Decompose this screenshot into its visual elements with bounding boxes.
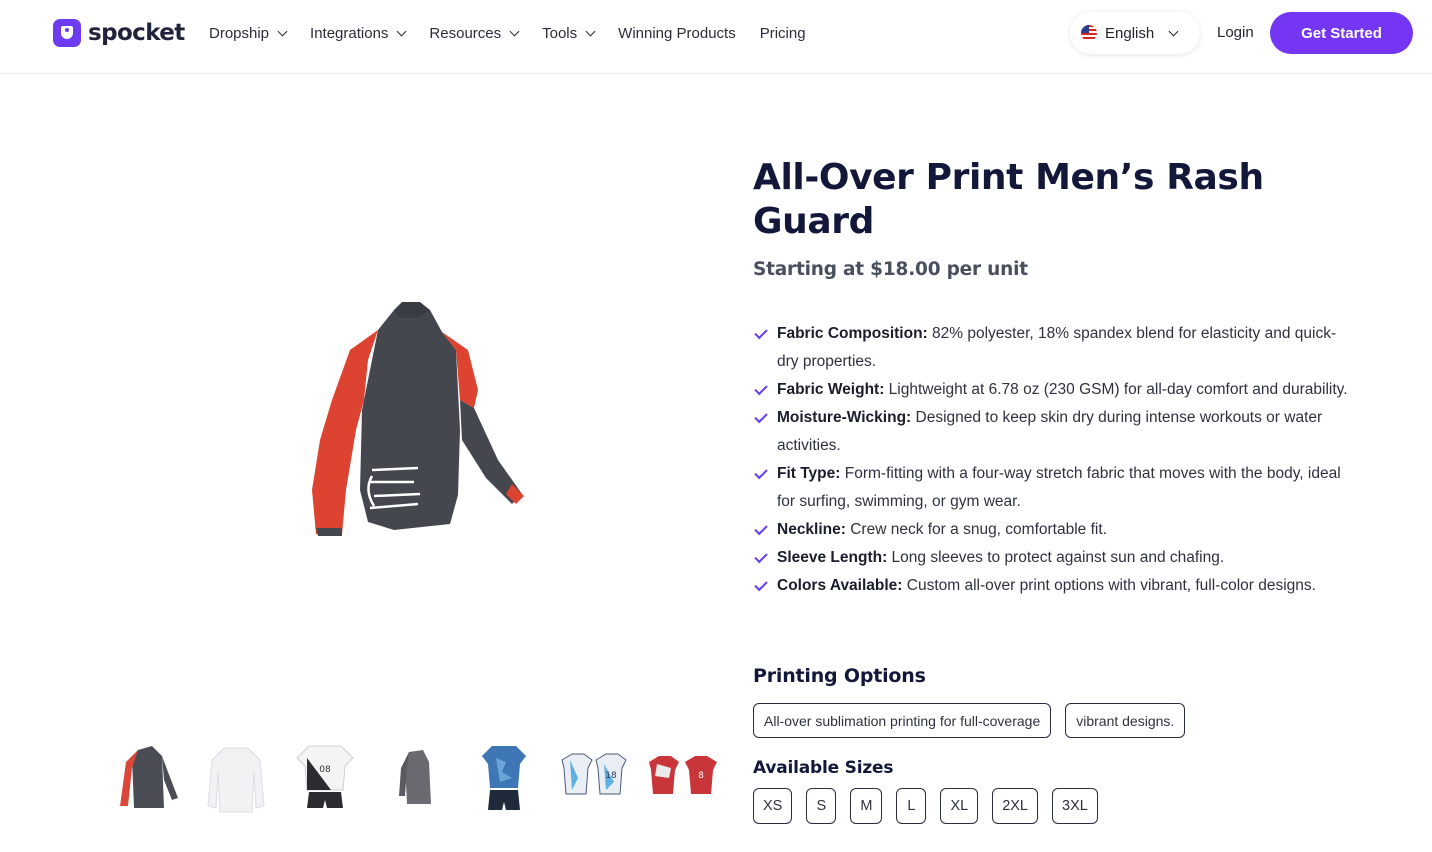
image-brand-text: sandline	[300, 490, 312, 539]
printing-options-heading: Printing Options	[753, 665, 926, 687]
product-thumbnail[interactable]	[198, 738, 274, 818]
spocket-logo[interactable]: spocket	[53, 18, 185, 48]
feature-text: Lightweight at 6.78 oz (230 GSM) for all…	[884, 381, 1348, 398]
nav-label: Pricing	[759, 24, 806, 42]
printing-option-chip[interactable]: All-over sublimation printing for full-c…	[753, 703, 1052, 738]
rash-guard-red-gray-thumbnail-icon	[120, 746, 178, 808]
product-thumbnail[interactable]: 8	[645, 738, 721, 818]
feature-list: Fabric Composition: 82% polyester, 18% s…	[753, 320, 1353, 600]
language-selector[interactable]: English	[1070, 12, 1200, 54]
chevron-down-icon	[396, 26, 407, 36]
chevron-down-icon	[1168, 26, 1179, 36]
feature-label: Fit Type:	[777, 465, 841, 482]
thumbnail-number: 18	[605, 771, 617, 781]
feature-item: Fabric Composition: 82% polyester, 18% s…	[753, 320, 1353, 376]
feature-label: Fabric Weight:	[777, 381, 885, 398]
check-icon	[754, 549, 768, 564]
product-thumbnail[interactable]	[108, 738, 184, 818]
feature-label: Colors Available:	[777, 577, 903, 594]
printing-options: All-over sublimation printing for full-c…	[753, 703, 1199, 738]
jersey-shorts-set-thumbnail-icon: 08	[296, 745, 354, 808]
feature-item: Fit Type: Form-fitting with a four-way s…	[753, 460, 1353, 516]
feature-label: Moisture-Wicking:	[777, 409, 912, 426]
product-thumbnail[interactable]: 18	[556, 738, 632, 818]
feature-text: Long sleeves to protect against sun and …	[887, 549, 1225, 566]
feature-label: Fabric Composition:	[777, 325, 928, 342]
us-flag-icon	[1081, 25, 1097, 41]
nav-label: Tools	[542, 24, 578, 42]
blue-camo-kit-thumbnail-icon	[482, 746, 526, 810]
feature-text: Custom all-over print options with vibra…	[902, 577, 1316, 594]
thumbnail-number: 08	[319, 765, 331, 775]
feature-item: Neckline: Crew neck for a snug, comforta…	[753, 516, 1353, 544]
check-icon	[754, 409, 768, 424]
spocket-logo-icon	[53, 19, 81, 47]
nav-integrations[interactable]: Integrations	[310, 24, 407, 42]
feature-item: Fabric Weight: Lightweight at 6.78 oz (2…	[753, 376, 1353, 404]
rash-guard-image	[312, 302, 524, 536]
feature-item: Sleeve Length: Long sleeves to protect a…	[753, 544, 1353, 572]
check-icon	[754, 325, 768, 340]
feature-item: Moisture-Wicking: Designed to keep skin …	[753, 404, 1353, 460]
nav-label: Resources	[429, 24, 502, 42]
white-long-sleeve-thumbnail-icon	[206, 747, 265, 813]
blue-jerseys-pair-thumbnail-icon: 18	[560, 753, 627, 795]
printing-option-chip[interactable]: vibrant designs.	[1065, 703, 1186, 738]
get-started-button[interactable]: Get Started	[1270, 12, 1413, 54]
thumbnail-number: 8	[698, 771, 704, 781]
nav-label: Winning Products	[618, 24, 736, 42]
nav-label: Integrations	[310, 24, 389, 42]
product-thumbnail[interactable]	[466, 738, 542, 818]
check-icon	[754, 465, 768, 480]
size-option-m[interactable]: M	[850, 788, 883, 824]
check-icon	[754, 381, 768, 396]
nav-tools[interactable]: Tools	[542, 24, 596, 42]
size-option-xl[interactable]: XL	[940, 788, 979, 824]
product-thumbnail[interactable]	[377, 738, 453, 818]
nav-resources[interactable]: Resources	[429, 24, 520, 42]
chevron-down-icon	[509, 26, 520, 36]
size-option-l[interactable]: L	[896, 788, 927, 824]
login-link[interactable]: Login	[1217, 24, 1254, 41]
feature-item: Colors Available: Custom all-over print …	[753, 572, 1353, 600]
size-options: XS S M L XL 2XL 3XL	[753, 788, 1112, 824]
size-option-xs[interactable]: XS	[753, 788, 793, 824]
chevron-down-icon	[277, 26, 288, 36]
product-title: All-Over Print Men’s Rash Guard	[753, 157, 1264, 242]
feature-text: Crew neck for a snug, comfortable fit.	[845, 521, 1107, 538]
feature-text: Form-fitting with a four-way stretch fab…	[777, 465, 1341, 510]
size-option-s[interactable]: S	[806, 788, 837, 824]
product-main-image[interactable]: sandline	[290, 290, 540, 550]
gray-long-sleeve-thumbnail-icon	[398, 750, 431, 804]
nav-label: Dropship	[209, 24, 270, 42]
site-header: spocket Dropship Integrations Resources …	[0, 0, 1432, 74]
logo-text: spocket	[88, 20, 185, 46]
chevron-down-icon	[585, 26, 596, 36]
nav-winning-products[interactable]: Winning Products	[618, 25, 736, 42]
feature-label: Sleeve Length:	[777, 549, 888, 566]
product-thumbnail[interactable]: 08	[287, 738, 363, 818]
size-option-2xl[interactable]: 2XL	[992, 788, 1038, 824]
available-sizes-heading: Available Sizes	[753, 758, 894, 778]
check-icon	[754, 521, 768, 536]
red-jerseys-pair-thumbnail-icon: 8	[649, 756, 717, 794]
product-price: Starting at $18.00 per unit	[753, 259, 1028, 280]
nav-dropship[interactable]: Dropship	[209, 24, 288, 42]
feature-label: Neckline:	[777, 521, 846, 538]
size-option-3xl[interactable]: 3XL	[1052, 788, 1098, 824]
check-icon	[754, 577, 768, 592]
nav-pricing[interactable]: Pricing	[760, 25, 806, 42]
thumbnail-strip: 08 18 8	[108, 738, 735, 818]
main-nav: Dropship Integrations Resources Tools Wi…	[209, 22, 830, 44]
language-label: English	[1105, 24, 1155, 42]
